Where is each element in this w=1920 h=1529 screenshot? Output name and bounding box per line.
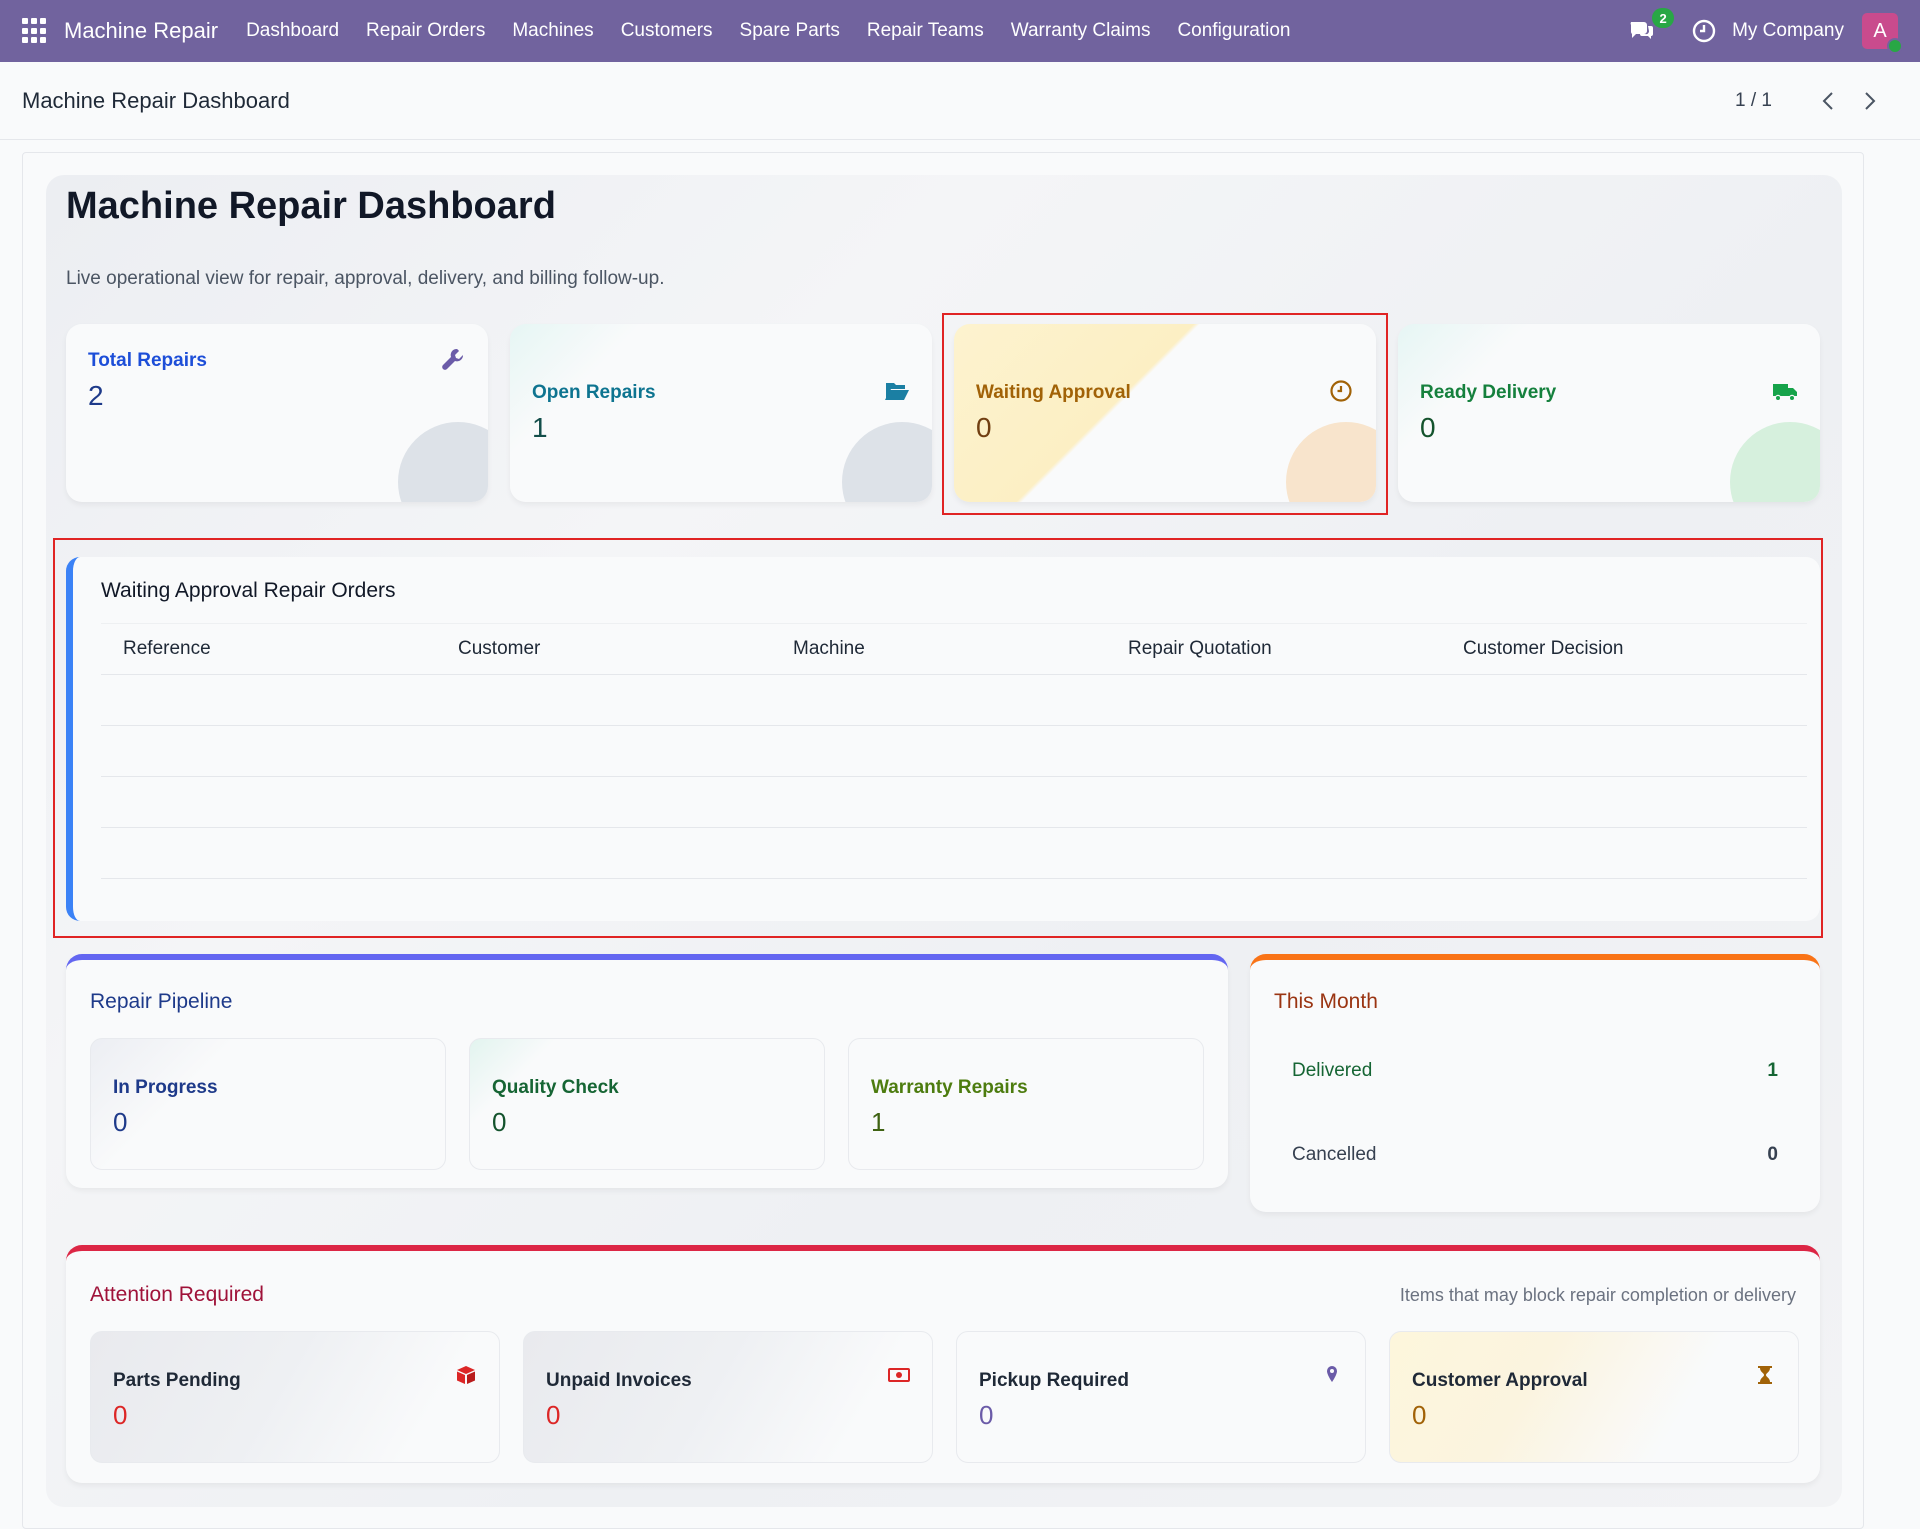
pipeline-label: Quality Check bbox=[492, 1077, 619, 1098]
app-brand[interactable]: Machine Repair bbox=[64, 18, 218, 44]
chat-icon[interactable]: 2 bbox=[1628, 8, 1675, 46]
kpi-value: 1 bbox=[532, 412, 548, 443]
wrench-icon bbox=[442, 348, 464, 370]
repair-pipeline-panel: Repair Pipeline In Progress 0 Quality Ch… bbox=[66, 954, 1228, 1188]
attention-value: 0 bbox=[979, 1400, 994, 1430]
attention-required-panel: Attention Required Items that may block … bbox=[66, 1245, 1820, 1483]
company-switcher[interactable]: My Company bbox=[1732, 20, 1844, 42]
control-panel: Machine Repair Dashboard 1 / 1 bbox=[0, 62, 1920, 140]
pager: 1 / 1 bbox=[1735, 90, 1880, 112]
this-month-row-cancelled: Cancelled 0 bbox=[1292, 1144, 1778, 1166]
attention-parts-pending[interactable]: Parts Pending 0 bbox=[90, 1331, 500, 1463]
menu-repair-teams[interactable]: Repair Teams bbox=[867, 20, 984, 42]
pipeline-label: In Progress bbox=[113, 1077, 218, 1098]
menu-spare-parts[interactable]: Spare Parts bbox=[740, 20, 840, 42]
avatar-letter: A bbox=[1873, 19, 1887, 42]
user-avatar[interactable]: A bbox=[1862, 13, 1903, 54]
pipeline-value: 0 bbox=[492, 1107, 507, 1137]
folder-open-icon bbox=[885, 383, 909, 400]
attention-label: Unpaid Invoices bbox=[546, 1370, 692, 1391]
menu-customers[interactable]: Customers bbox=[621, 20, 713, 42]
attention-value: 0 bbox=[113, 1400, 128, 1430]
menu-warranty-claims[interactable]: Warranty Claims bbox=[1011, 20, 1151, 42]
pager-previous-icon[interactable] bbox=[1818, 90, 1840, 112]
kpi-open-repairs[interactable]: Open Repairs 1 bbox=[510, 324, 932, 502]
box-icon bbox=[457, 1366, 475, 1384]
menu-repair-orders[interactable]: Repair Orders bbox=[366, 20, 485, 42]
attention-label: Customer Approval bbox=[1412, 1370, 1588, 1391]
kpi-blob bbox=[842, 422, 932, 502]
pipeline-quality-check[interactable]: Quality Check 0 bbox=[469, 1038, 825, 1170]
attention-label: Pickup Required bbox=[979, 1370, 1129, 1391]
menu-machines[interactable]: Machines bbox=[512, 20, 593, 42]
pipeline-value: 1 bbox=[871, 1107, 886, 1137]
kpi-ready-delivery[interactable]: Ready Delivery 0 bbox=[1398, 324, 1820, 502]
map-pin-icon bbox=[1327, 1366, 1337, 1382]
month-row-value: 1 bbox=[1767, 1060, 1778, 1081]
this-month-row-delivered: Delivered 1 bbox=[1292, 1060, 1778, 1082]
pipeline-in-progress[interactable]: In Progress 0 bbox=[90, 1038, 446, 1170]
money-icon bbox=[888, 1368, 910, 1382]
online-status-dot bbox=[1887, 38, 1903, 54]
attention-value: 0 bbox=[546, 1400, 561, 1430]
month-row-label: Cancelled bbox=[1292, 1144, 1377, 1165]
kpi-label: Ready Delivery bbox=[1420, 382, 1557, 403]
attention-value: 0 bbox=[1412, 1400, 1427, 1430]
top-navbar: Machine Repair Dashboard Repair Orders M… bbox=[0, 0, 1920, 62]
kpi-label: Open Repairs bbox=[532, 382, 656, 403]
main-menu: Dashboard Repair Orders Machines Custome… bbox=[246, 20, 1317, 42]
attention-customer-approval[interactable]: Customer Approval 0 bbox=[1389, 1331, 1799, 1463]
month-row-label: Delivered bbox=[1292, 1060, 1373, 1081]
pipeline-value: 0 bbox=[113, 1107, 128, 1137]
highlight-waiting-approval bbox=[942, 313, 1388, 515]
attention-title: Attention Required bbox=[90, 1283, 264, 1306]
dashboard-title: Machine Repair Dashboard bbox=[66, 185, 556, 227]
highlight-waiting-table bbox=[53, 538, 1823, 938]
pipeline-warranty-repairs[interactable]: Warranty Repairs 1 bbox=[848, 1038, 1204, 1170]
this-month-panel: This Month Delivered 1 Cancelled 0 bbox=[1250, 954, 1820, 1212]
attention-label: Parts Pending bbox=[113, 1370, 241, 1391]
navbar-right: 2 My Company A bbox=[1628, 8, 1920, 54]
truck-icon bbox=[1773, 384, 1797, 402]
menu-configuration[interactable]: Configuration bbox=[1177, 20, 1290, 42]
menu-dashboard[interactable]: Dashboard bbox=[246, 20, 339, 42]
kpi-value: 2 bbox=[88, 380, 104, 411]
kpi-blob bbox=[1730, 422, 1820, 502]
this-month-title: This Month bbox=[1274, 990, 1378, 1013]
chat-count-badge: 2 bbox=[1652, 8, 1675, 28]
attention-unpaid-invoices[interactable]: Unpaid Invoices 0 bbox=[523, 1331, 933, 1463]
breadcrumb: Machine Repair Dashboard bbox=[22, 87, 290, 113]
month-row-value: 0 bbox=[1767, 1144, 1778, 1165]
kpi-blob bbox=[398, 422, 488, 502]
attention-pickup-required[interactable]: Pickup Required 0 bbox=[956, 1331, 1366, 1463]
pipeline-label: Warranty Repairs bbox=[871, 1077, 1028, 1098]
pager-value[interactable]: 1 / 1 bbox=[1735, 90, 1772, 112]
kpi-total-repairs[interactable]: Total Repairs 2 bbox=[66, 324, 488, 502]
pager-next-icon[interactable] bbox=[1858, 90, 1880, 112]
pipeline-title: Repair Pipeline bbox=[90, 990, 233, 1013]
kpi-value: 0 bbox=[1420, 412, 1436, 443]
hourglass-icon bbox=[1758, 1366, 1772, 1384]
attention-subtitle: Items that may block repair completion o… bbox=[1399, 1285, 1796, 1305]
activity-clock-icon[interactable] bbox=[1692, 19, 1716, 43]
kpi-label: Total Repairs bbox=[88, 350, 207, 371]
apps-grid-icon[interactable] bbox=[22, 18, 48, 44]
dashboard-subtitle: Live operational view for repair, approv… bbox=[66, 268, 665, 289]
